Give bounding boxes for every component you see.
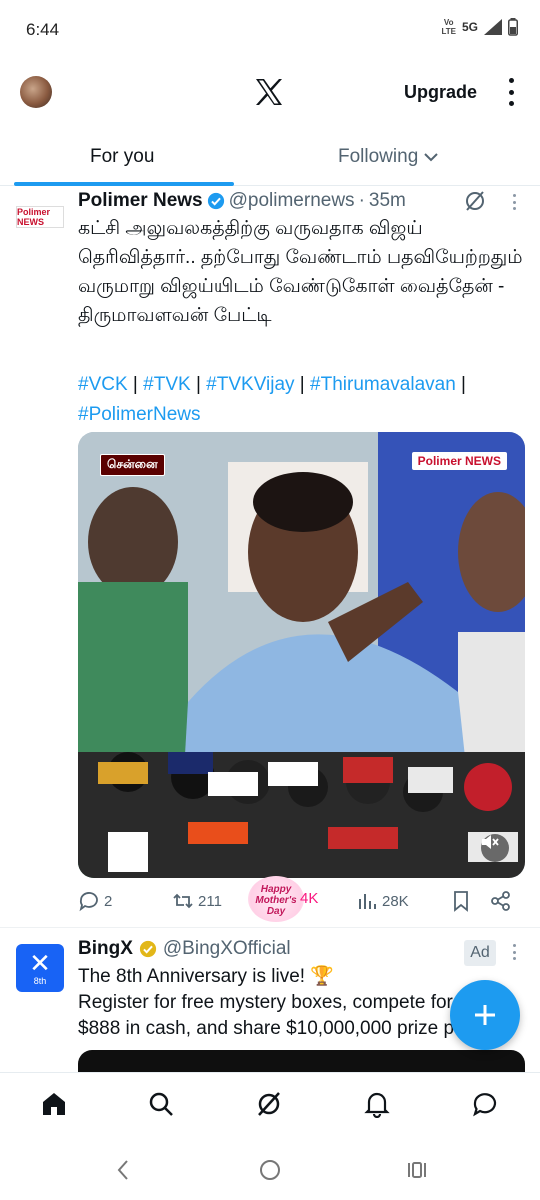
home-icon[interactable]: [39, 1089, 69, 1119]
grok-icon[interactable]: [464, 190, 486, 212]
bottom-nav: [0, 1072, 540, 1138]
avatar-label: 8th: [33, 976, 47, 986]
back-icon[interactable]: [110, 1158, 136, 1182]
tab-for-you[interactable]: For you: [90, 146, 154, 168]
tweet-more-icon[interactable]: [511, 194, 517, 210]
android-nav-bar: [0, 1138, 540, 1200]
author-handle[interactable]: @polimernews: [229, 190, 355, 212]
gold-verified-icon: [139, 940, 156, 958]
messages-icon[interactable]: [470, 1089, 500, 1119]
tweet-header: Polimer News @polimernews · 35m: [78, 188, 406, 214]
status-bar: 6:44 Vo LTE 5G: [0, 0, 540, 60]
tweet-video[interactable]: சென்னை Polimer NEWS: [78, 432, 525, 878]
feed-tabs: For you Following: [0, 132, 540, 186]
ad-more-icon[interactable]: [511, 944, 517, 960]
tab-following-label: Following: [338, 146, 419, 167]
repost-count: 211: [198, 892, 222, 910]
reply-icon: [79, 892, 98, 912]
hashtag[interactable]: #VCK: [78, 374, 128, 395]
upgrade-button[interactable]: Upgrade: [404, 82, 477, 103]
hashtag[interactable]: #Thirumavalavan: [310, 374, 456, 395]
chevron-down-icon: [424, 153, 438, 162]
bookmark-button[interactable]: [450, 890, 472, 912]
tab-following[interactable]: Following: [338, 146, 438, 168]
ad-author-avatar[interactable]: ✕ 8th: [16, 944, 64, 992]
ad-author-handle[interactable]: @BingXOfficial: [163, 938, 291, 960]
views-button[interactable]: 28K: [356, 890, 409, 912]
meta-separator: ·: [358, 190, 365, 211]
ad-author-name[interactable]: BingX: [78, 938, 133, 960]
home-circle-icon[interactable]: [257, 1158, 283, 1182]
tweet-card[interactable]: Polimer NEWS Polimer News @polimernews ·…: [0, 186, 540, 928]
compose-button[interactable]: [450, 980, 520, 1050]
share-button[interactable]: [490, 890, 512, 912]
tweet-actions: 2 211 Happy Mother's Day 4K 28K: [78, 876, 528, 922]
battery-icon: [508, 18, 518, 36]
ad-media[interactable]: [78, 1050, 525, 1074]
bookmark-icon: [454, 891, 468, 912]
verified-badge-icon: [207, 192, 224, 210]
signal-icon: [484, 19, 502, 35]
repost-icon: [173, 893, 193, 909]
author-avatar[interactable]: Polimer NEWS: [16, 206, 64, 228]
notifications-icon[interactable]: [362, 1089, 392, 1119]
views-count: 28K: [382, 892, 409, 910]
repost-button[interactable]: 211: [172, 890, 222, 912]
reply-button[interactable]: 2: [78, 890, 112, 912]
plus-icon: [475, 1005, 495, 1025]
mothers-day-like-icon[interactable]: Happy Mother's Day: [248, 876, 304, 922]
ad-badge: Ad: [464, 940, 496, 966]
hashtag[interactable]: #TVK: [143, 374, 191, 395]
tweet-text: கட்சி அலுவலகத்திற்கு வருவதாக விஜய் தெரிவ…: [78, 218, 523, 326]
status-icons: Vo LTE 5G: [441, 18, 518, 36]
like-count[interactable]: 4K: [300, 890, 318, 907]
grok-icon[interactable]: [254, 1089, 284, 1119]
channel-logo: Polimer NEWS: [411, 452, 507, 470]
status-time: 6:44: [26, 20, 60, 39]
more-options-icon[interactable]: [506, 78, 516, 106]
search-icon[interactable]: [146, 1089, 176, 1119]
volte-icon: Vo LTE: [441, 18, 456, 36]
bingx-logo-icon: ✕: [29, 948, 51, 978]
top-header: Upgrade: [0, 66, 540, 122]
ad-header: BingX @BingXOfficial: [78, 938, 291, 960]
video-frame: [78, 432, 525, 878]
mute-icon[interactable]: [481, 834, 509, 862]
reply-count: 2: [104, 892, 113, 910]
profile-avatar[interactable]: [20, 76, 52, 108]
share-icon: [491, 891, 510, 911]
views-icon: [359, 894, 376, 909]
author-name[interactable]: Polimer News: [78, 190, 203, 212]
tweet-hashtags: #VCK | #TVK | #TVKVijay | #Thirumavalava…: [78, 374, 466, 425]
location-badge: சென்னை: [100, 454, 165, 476]
hashtag[interactable]: #TVKVijay: [206, 374, 294, 395]
hashtag[interactable]: #PolimerNews: [78, 404, 200, 425]
x-logo-icon[interactable]: [254, 78, 284, 106]
tweet-time[interactable]: 35m: [369, 190, 406, 212]
recents-icon[interactable]: [404, 1158, 430, 1182]
network-label: 5G: [461, 20, 478, 34]
